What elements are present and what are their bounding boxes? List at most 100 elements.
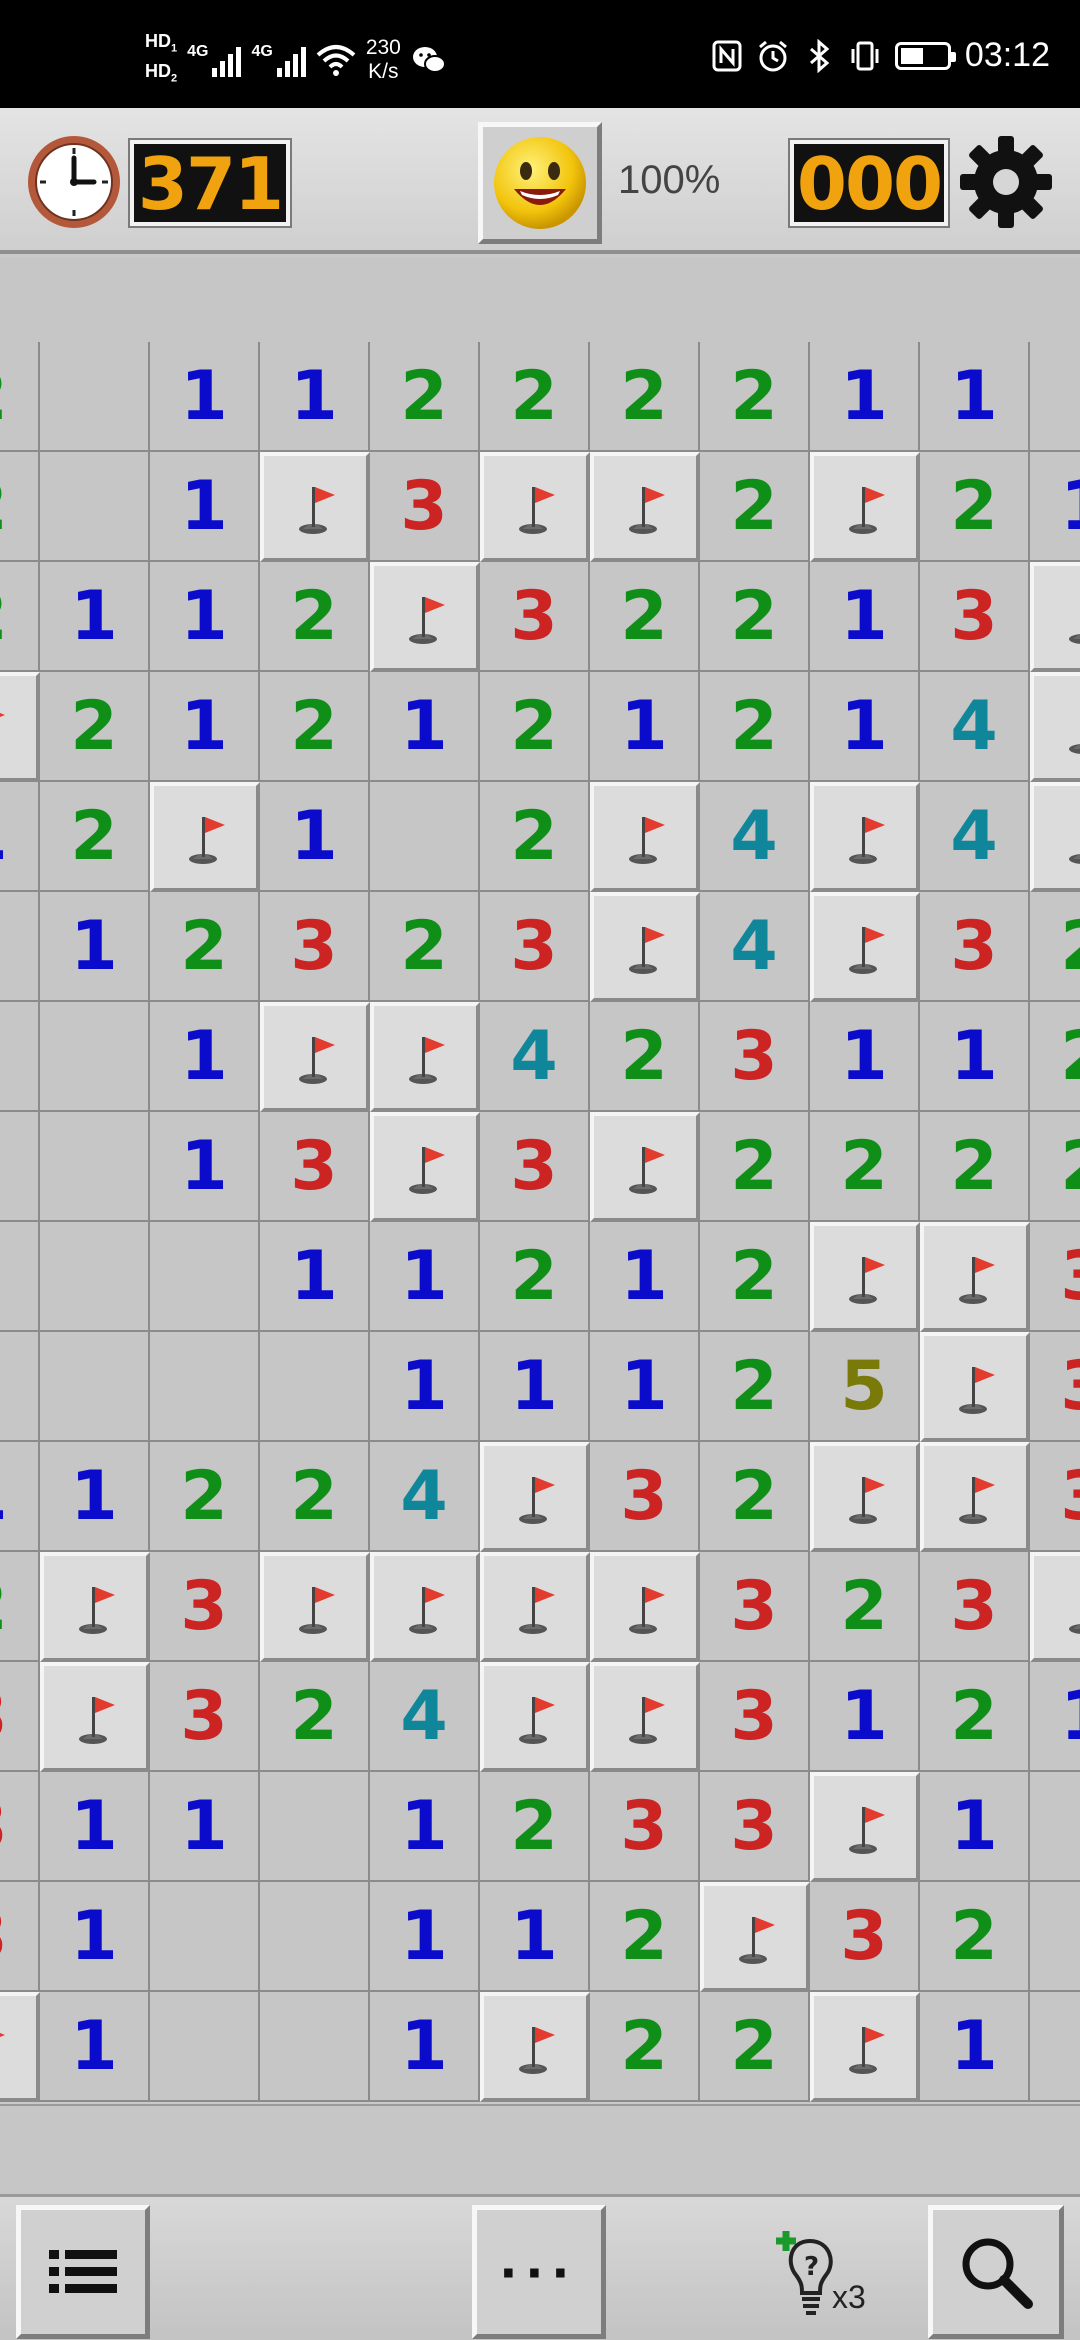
number-cell[interactable]: 3 <box>0 1662 40 1772</box>
flagged-cell[interactable] <box>260 1002 370 1112</box>
empty-cell[interactable] <box>40 342 150 452</box>
empty-cell[interactable] <box>40 1112 150 1222</box>
empty-cell[interactable] <box>370 782 480 892</box>
number-cell[interactable]: 2 <box>370 892 480 1002</box>
number-cell[interactable]: 1 <box>810 1002 920 1112</box>
number-cell[interactable]: 2 <box>0 342 40 452</box>
hint-button[interactable]: ? x3 <box>768 2229 878 2329</box>
number-cell[interactable]: 3 <box>920 1552 1030 1662</box>
number-cell[interactable]: 3 <box>700 1662 810 1772</box>
flagged-cell[interactable] <box>370 1002 480 1112</box>
number-cell[interactable]: 3 <box>0 1772 40 1882</box>
number-cell[interactable]: 3 <box>920 562 1030 672</box>
number-cell[interactable]: 3 <box>590 1442 700 1552</box>
number-cell[interactable]: 1 <box>370 1882 480 1992</box>
number-cell[interactable]: 1 <box>150 452 260 562</box>
number-cell[interactable]: 2 <box>700 562 810 672</box>
flagged-cell[interactable] <box>480 1992 590 2102</box>
flagged-cell[interactable] <box>920 1442 1030 1552</box>
minefield-board[interactable]: 2112222112132212112322132121212141212441… <box>0 342 1080 2102</box>
number-cell[interactable]: 3 <box>480 562 590 672</box>
number-cell[interactable]: 2 <box>260 562 370 672</box>
flagged-cell[interactable] <box>590 1112 700 1222</box>
number-cell[interactable]: 3 <box>260 1112 370 1222</box>
number-cell[interactable]: 2 <box>260 1442 370 1552</box>
number-cell[interactable]: 2 <box>480 1222 590 1332</box>
number-cell[interactable]: 1 <box>40 1772 150 1882</box>
number-cell[interactable]: 3 <box>1030 1222 1080 1332</box>
number-cell[interactable]: 2 <box>700 452 810 562</box>
number-cell[interactable]: 1 <box>810 342 920 452</box>
flagged-cell[interactable] <box>700 1882 810 1992</box>
number-cell[interactable]: 1 <box>590 1222 700 1332</box>
flagged-cell[interactable] <box>810 892 920 1002</box>
flagged-cell[interactable] <box>1030 562 1080 672</box>
number-cell[interactable]: 3 <box>370 452 480 562</box>
flagged-cell[interactable] <box>1030 782 1080 892</box>
number-cell[interactable]: 1 <box>920 342 1030 452</box>
number-cell[interactable]: 1 <box>1030 452 1080 562</box>
number-cell[interactable]: 2 <box>480 672 590 782</box>
empty-cell[interactable] <box>40 1332 150 1442</box>
number-cell[interactable]: 2 <box>700 1442 810 1552</box>
more-options-button[interactable]: ··· <box>472 2205 606 2339</box>
number-cell[interactable]: 1 <box>260 782 370 892</box>
flagged-cell[interactable] <box>0 1992 40 2102</box>
flagged-cell[interactable] <box>810 452 920 562</box>
number-cell[interactable]: 2 <box>1030 892 1080 1002</box>
flagged-cell[interactable] <box>40 1552 150 1662</box>
number-cell[interactable]: 2 <box>590 1992 700 2102</box>
flagged-cell[interactable] <box>370 1112 480 1222</box>
number-cell[interactable]: 4 <box>920 672 1030 782</box>
number-cell[interactable]: 1 <box>1030 1662 1080 1772</box>
number-cell[interactable]: 1 <box>810 562 920 672</box>
number-cell[interactable]: 2 <box>480 342 590 452</box>
number-cell[interactable]: 1 <box>480 1332 590 1442</box>
number-cell[interactable]: 2 <box>700 1112 810 1222</box>
number-cell[interactable]: 2 <box>920 1662 1030 1772</box>
number-cell[interactable]: 1 <box>40 562 150 672</box>
menu-button[interactable] <box>16 2205 150 2339</box>
empty-cell[interactable] <box>260 1882 370 1992</box>
number-cell[interactable]: 2 <box>590 342 700 452</box>
flagged-cell[interactable] <box>590 1552 700 1662</box>
number-cell[interactable]: 2 <box>1030 1002 1080 1112</box>
number-cell[interactable]: 1 <box>260 342 370 452</box>
empty-cell[interactable] <box>1030 1772 1080 1882</box>
flagged-cell[interactable] <box>40 1662 150 1772</box>
number-cell[interactable]: 2 <box>480 782 590 892</box>
flagged-cell[interactable] <box>260 452 370 562</box>
flagged-cell[interactable] <box>0 672 40 782</box>
number-cell[interactable]: 2 <box>0 452 40 562</box>
number-cell[interactable]: 1 <box>920 1002 1030 1112</box>
number-cell[interactable]: 1 <box>480 1882 590 1992</box>
number-cell[interactable]: 2 <box>810 1112 920 1222</box>
empty-cell[interactable] <box>1030 1992 1080 2102</box>
number-cell[interactable]: 4 <box>920 782 1030 892</box>
number-cell[interactable]: 1 <box>810 672 920 782</box>
flagged-cell[interactable] <box>590 452 700 562</box>
number-cell[interactable]: 2 <box>700 1992 810 2102</box>
number-cell[interactable]: 1 <box>810 1662 920 1772</box>
number-cell[interactable]: 1 <box>0 1442 40 1552</box>
empty-cell[interactable] <box>150 1882 260 1992</box>
empty-cell[interactable] <box>0 1002 40 1112</box>
number-cell[interactable]: 3 <box>0 1882 40 1992</box>
number-cell[interactable]: 2 <box>1030 1112 1080 1222</box>
flagged-cell[interactable] <box>810 1442 920 1552</box>
flagged-cell[interactable] <box>920 1332 1030 1442</box>
number-cell[interactable]: 3 <box>590 1772 700 1882</box>
number-cell[interactable]: 1 <box>150 1002 260 1112</box>
flagged-cell[interactable] <box>370 562 480 672</box>
number-cell[interactable]: 1 <box>260 1222 370 1332</box>
empty-cell[interactable] <box>40 1002 150 1112</box>
number-cell[interactable]: 2 <box>480 1772 590 1882</box>
flagged-cell[interactable] <box>810 1222 920 1332</box>
empty-cell[interactable] <box>1030 342 1080 452</box>
number-cell[interactable]: 1 <box>40 1442 150 1552</box>
number-cell[interactable]: 1 <box>150 672 260 782</box>
empty-cell[interactable] <box>260 1332 370 1442</box>
number-cell[interactable]: 1 <box>590 672 700 782</box>
number-cell[interactable]: 2 <box>920 1112 1030 1222</box>
number-cell[interactable]: 3 <box>700 1002 810 1112</box>
